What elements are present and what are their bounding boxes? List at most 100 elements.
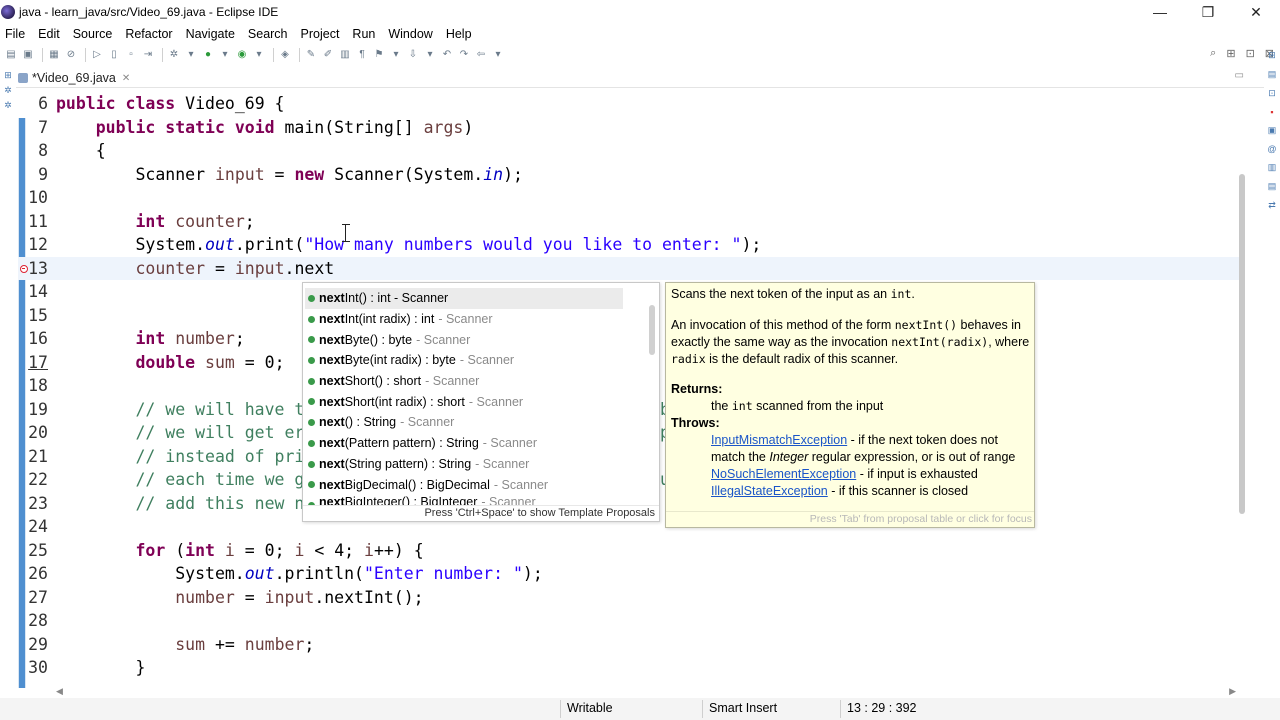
proposal-item[interactable]: nextShort() : short - Scanner xyxy=(303,371,649,392)
menu-project[interactable]: Project xyxy=(296,27,345,41)
dropdown-arrow-icon[interactable]: ▾ xyxy=(184,48,198,62)
scrollbar-thumb[interactable] xyxy=(1239,174,1245,514)
proposal-list[interactable]: nextInt() : int - Scanner nextInt(int ra… xyxy=(303,288,649,506)
line-number: 22 xyxy=(28,470,48,489)
proposal-item[interactable]: next(String pattern) : String - Scanner xyxy=(303,454,649,475)
code-line[interactable]: 25 for (int i = 0; i < 4; i++) { xyxy=(18,539,1242,563)
save-icon[interactable]: ▣ xyxy=(21,48,35,62)
dropdown-arrow-icon[interactable]: ▾ xyxy=(423,48,437,62)
proposal-item[interactable]: nextByte(int radix) : byte - Scanner xyxy=(303,350,649,371)
dropdown-arrow-icon[interactable]: ▾ xyxy=(491,48,505,62)
skip-breakpoints-icon[interactable]: ⊘ xyxy=(64,48,78,62)
dropdown-arrow-icon[interactable]: ▾ xyxy=(252,48,266,62)
code-line[interactable]: 10 xyxy=(18,186,1242,210)
suspend-icon[interactable]: ▯ xyxy=(107,48,121,62)
code-line[interactable]: 26 System.out.println("Enter number: "); xyxy=(18,562,1242,586)
code-line[interactable]: 30 } xyxy=(18,656,1242,680)
minimize-button[interactable]: — xyxy=(1136,0,1184,24)
dropdown-arrow-icon[interactable]: ▾ xyxy=(218,48,232,62)
status-insert-mode[interactable]: Smart Insert xyxy=(709,701,777,715)
step-icon[interactable]: ⇥ xyxy=(141,48,155,62)
exception-link-input-mismatch[interactable]: InputMismatchException xyxy=(711,433,847,447)
proposal-item[interactable]: nextShort(int radix) : short - Scanner xyxy=(303,391,649,412)
restore-view-icon[interactable]: ⊞ xyxy=(4,70,12,81)
code-line[interactable]: 12 System.out.print("How many numbers wo… xyxy=(18,233,1242,257)
outline-icon[interactable]: ✲ xyxy=(4,100,12,111)
menu-navigate[interactable]: Navigate xyxy=(181,27,240,41)
java-perspective-icon[interactable]: ⊡ xyxy=(1246,47,1255,60)
menu-refactor[interactable]: Refactor xyxy=(120,27,177,41)
proposal-item-selected[interactable]: nextInt() : int - Scanner xyxy=(305,288,623,309)
restore-button[interactable]: ❐ xyxy=(1184,0,1232,24)
javadoc-throws-label: Throws: xyxy=(671,416,720,430)
code-line[interactable]: 6 public class Video_69 { xyxy=(18,92,1242,116)
editor-vertical-scrollbar[interactable] xyxy=(1238,90,1246,688)
close-tab-icon[interactable]: ✕ xyxy=(122,73,130,84)
next-annotation-icon[interactable]: ⇩ xyxy=(406,48,420,62)
code-line[interactable]: 8 { xyxy=(18,139,1242,163)
menu-run[interactable]: Run xyxy=(347,27,380,41)
scroll-right-icon[interactable]: ▶ xyxy=(1229,686,1236,697)
proposal-item[interactable]: next(Pattern pattern) : String - Scanner xyxy=(303,433,649,454)
code-line[interactable]: 29 sum += number; xyxy=(18,633,1242,657)
proposal-item[interactable]: nextBigDecimal() : BigDecimal - Scanner xyxy=(303,474,649,495)
code-line[interactable]: 9 Scanner input = new Scanner(System.in)… xyxy=(18,163,1242,187)
status-bar: Writable Smart Insert 13 : 29 : 392 xyxy=(0,698,1280,720)
new-icon[interactable]: ▤ xyxy=(4,48,18,62)
minimize-editor-icon[interactable]: ▭ xyxy=(1235,70,1244,81)
close-button[interactable]: ✕ xyxy=(1232,0,1280,24)
proposal-item[interactable]: next() : String - Scanner xyxy=(303,412,649,433)
perspective-icon[interactable]: ⊞ xyxy=(1226,47,1235,60)
status-cursor-position[interactable]: 13 : 29 : 392 xyxy=(847,701,917,715)
code-line[interactable]: 7 public static void main(String[] args) xyxy=(18,116,1242,140)
back-icon[interactable]: ↶ xyxy=(440,48,454,62)
console-icon[interactable]: ▣ xyxy=(1268,125,1277,136)
javadoc-hover-panel[interactable]: Scans the next token of the input as an … xyxy=(665,282,1035,528)
declaration-icon[interactable]: ▥ xyxy=(1268,162,1277,173)
back-arrow-icon[interactable]: ⇦ xyxy=(474,48,488,62)
restore-view-icon[interactable]: ⊞ xyxy=(1268,50,1276,61)
package-explorer-icon[interactable]: ✲ xyxy=(4,85,12,96)
status-separator xyxy=(560,700,561,718)
menu-edit[interactable]: Edit xyxy=(33,27,65,41)
proposal-item[interactable]: nextInt(int radix) : int - Scanner xyxy=(303,309,649,330)
proposal-item[interactable]: nextByte() : byte - Scanner xyxy=(303,329,649,350)
task-list-icon[interactable]: ▤ xyxy=(1268,69,1277,80)
build-icon[interactable]: ▦ xyxy=(47,48,61,62)
current-code-line[interactable]: 13 counter = input.next xyxy=(18,256,1242,280)
proposal-list-scrollbar[interactable] xyxy=(649,305,655,355)
menu-window[interactable]: Window xyxy=(383,27,437,41)
code-line[interactable]: 28 xyxy=(18,609,1242,633)
forward-icon[interactable]: ↷ xyxy=(457,48,471,62)
dropdown-arrow-icon[interactable]: ▾ xyxy=(389,48,403,62)
annotation-icon[interactable]: ⚑ xyxy=(372,48,386,62)
toggle-mark-icon[interactable]: ✎ xyxy=(304,48,318,62)
search-view-icon[interactable]: ⇄ xyxy=(1268,200,1276,211)
menu-file[interactable]: File xyxy=(0,27,30,41)
outline-view-icon[interactable]: ⊡ xyxy=(1268,88,1276,99)
problems-icon[interactable]: ▪ xyxy=(1270,107,1273,117)
javadoc-view-icon[interactable]: @ xyxy=(1267,144,1276,154)
run-icon[interactable]: ● xyxy=(201,48,215,62)
resume-icon[interactable]: ▷ xyxy=(90,48,104,62)
open-type-icon[interactable]: ◈ xyxy=(278,48,292,62)
menu-search[interactable]: Search xyxy=(243,27,293,41)
coverage-icon[interactable]: ◉ xyxy=(235,48,249,62)
properties-icon[interactable]: ▤ xyxy=(1268,181,1277,192)
show-whitespace-icon[interactable]: ¶ xyxy=(355,48,369,62)
tab-video-69-java[interactable]: *Video_69.java ✕ xyxy=(16,68,136,88)
exception-link-no-such-element[interactable]: NoSuchElementException xyxy=(711,467,856,481)
search-icon[interactable]: ⌕ xyxy=(1210,47,1216,60)
content-assist-popup: nextInt() : int - Scanner nextInt(int ra… xyxy=(302,282,660,522)
debug-icon[interactable]: ✲ xyxy=(167,48,181,62)
editor-horizontal-scrollbar[interactable]: ◀ ▶ xyxy=(56,685,1236,697)
code-line[interactable]: 27 number = input.nextInt(); xyxy=(18,586,1242,610)
menu-help[interactable]: Help xyxy=(441,27,477,41)
block-selection-icon[interactable]: ▥ xyxy=(338,48,352,62)
exception-link-illegal-state[interactable]: IllegalStateException xyxy=(711,484,828,498)
code-line[interactable]: 11 int counter; xyxy=(18,210,1242,234)
terminate-icon[interactable]: ▫ xyxy=(124,48,138,62)
highlight-icon[interactable]: ✐ xyxy=(321,48,335,62)
scroll-left-icon[interactable]: ◀ xyxy=(56,686,63,697)
menu-source[interactable]: Source xyxy=(68,27,118,41)
